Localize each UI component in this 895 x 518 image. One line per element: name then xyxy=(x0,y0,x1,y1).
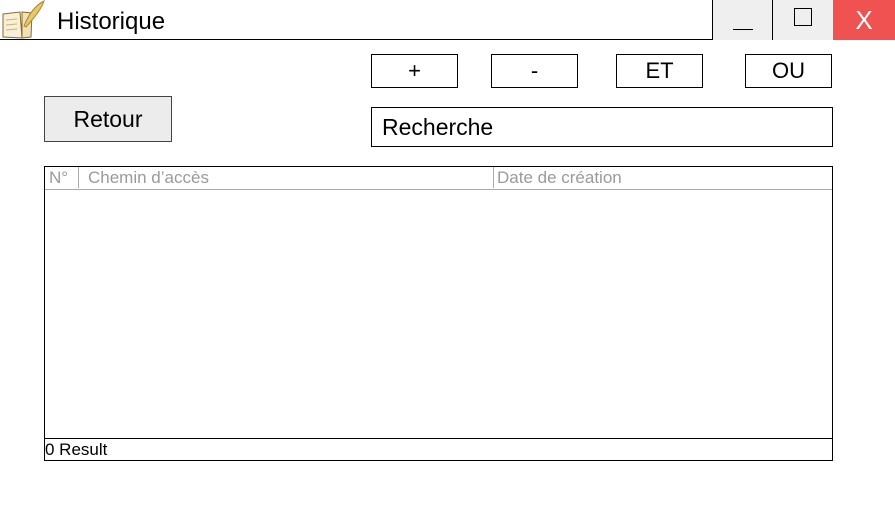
column-header-number[interactable]: N° xyxy=(45,167,79,188)
minimize-button[interactable] xyxy=(712,0,773,40)
close-icon: X xyxy=(855,4,873,35)
search-input[interactable]: Recherche xyxy=(371,107,833,147)
maximize-button[interactable] xyxy=(773,0,833,40)
maximize-icon xyxy=(794,8,812,26)
column-header-path[interactable]: Chemin d’accès xyxy=(79,167,494,188)
and-button[interactable]: ET xyxy=(616,54,703,88)
add-button[interactable]: + xyxy=(371,54,458,88)
book-quill-icon xyxy=(0,0,46,40)
table-header: N° Chemin d’accès Date de création xyxy=(45,167,832,190)
or-button[interactable]: OU xyxy=(745,54,832,88)
result-count: 0 Result xyxy=(44,438,833,461)
back-button[interactable]: Retour xyxy=(44,96,172,142)
minimize-icon xyxy=(732,28,753,30)
column-header-date[interactable]: Date de création xyxy=(494,167,832,188)
and-button-label: ET xyxy=(645,58,674,83)
close-button[interactable]: X xyxy=(833,0,895,40)
window-title: Historique xyxy=(57,8,166,35)
add-button-label: + xyxy=(408,58,421,83)
back-button-label: Retour xyxy=(73,105,143,132)
remove-button[interactable]: - xyxy=(491,54,578,88)
or-button-label: OU xyxy=(772,58,805,83)
remove-button-label: - xyxy=(530,58,539,83)
history-table: N° Chemin d’accès Date de création xyxy=(44,166,833,439)
title-bar: Historique X xyxy=(0,0,895,40)
